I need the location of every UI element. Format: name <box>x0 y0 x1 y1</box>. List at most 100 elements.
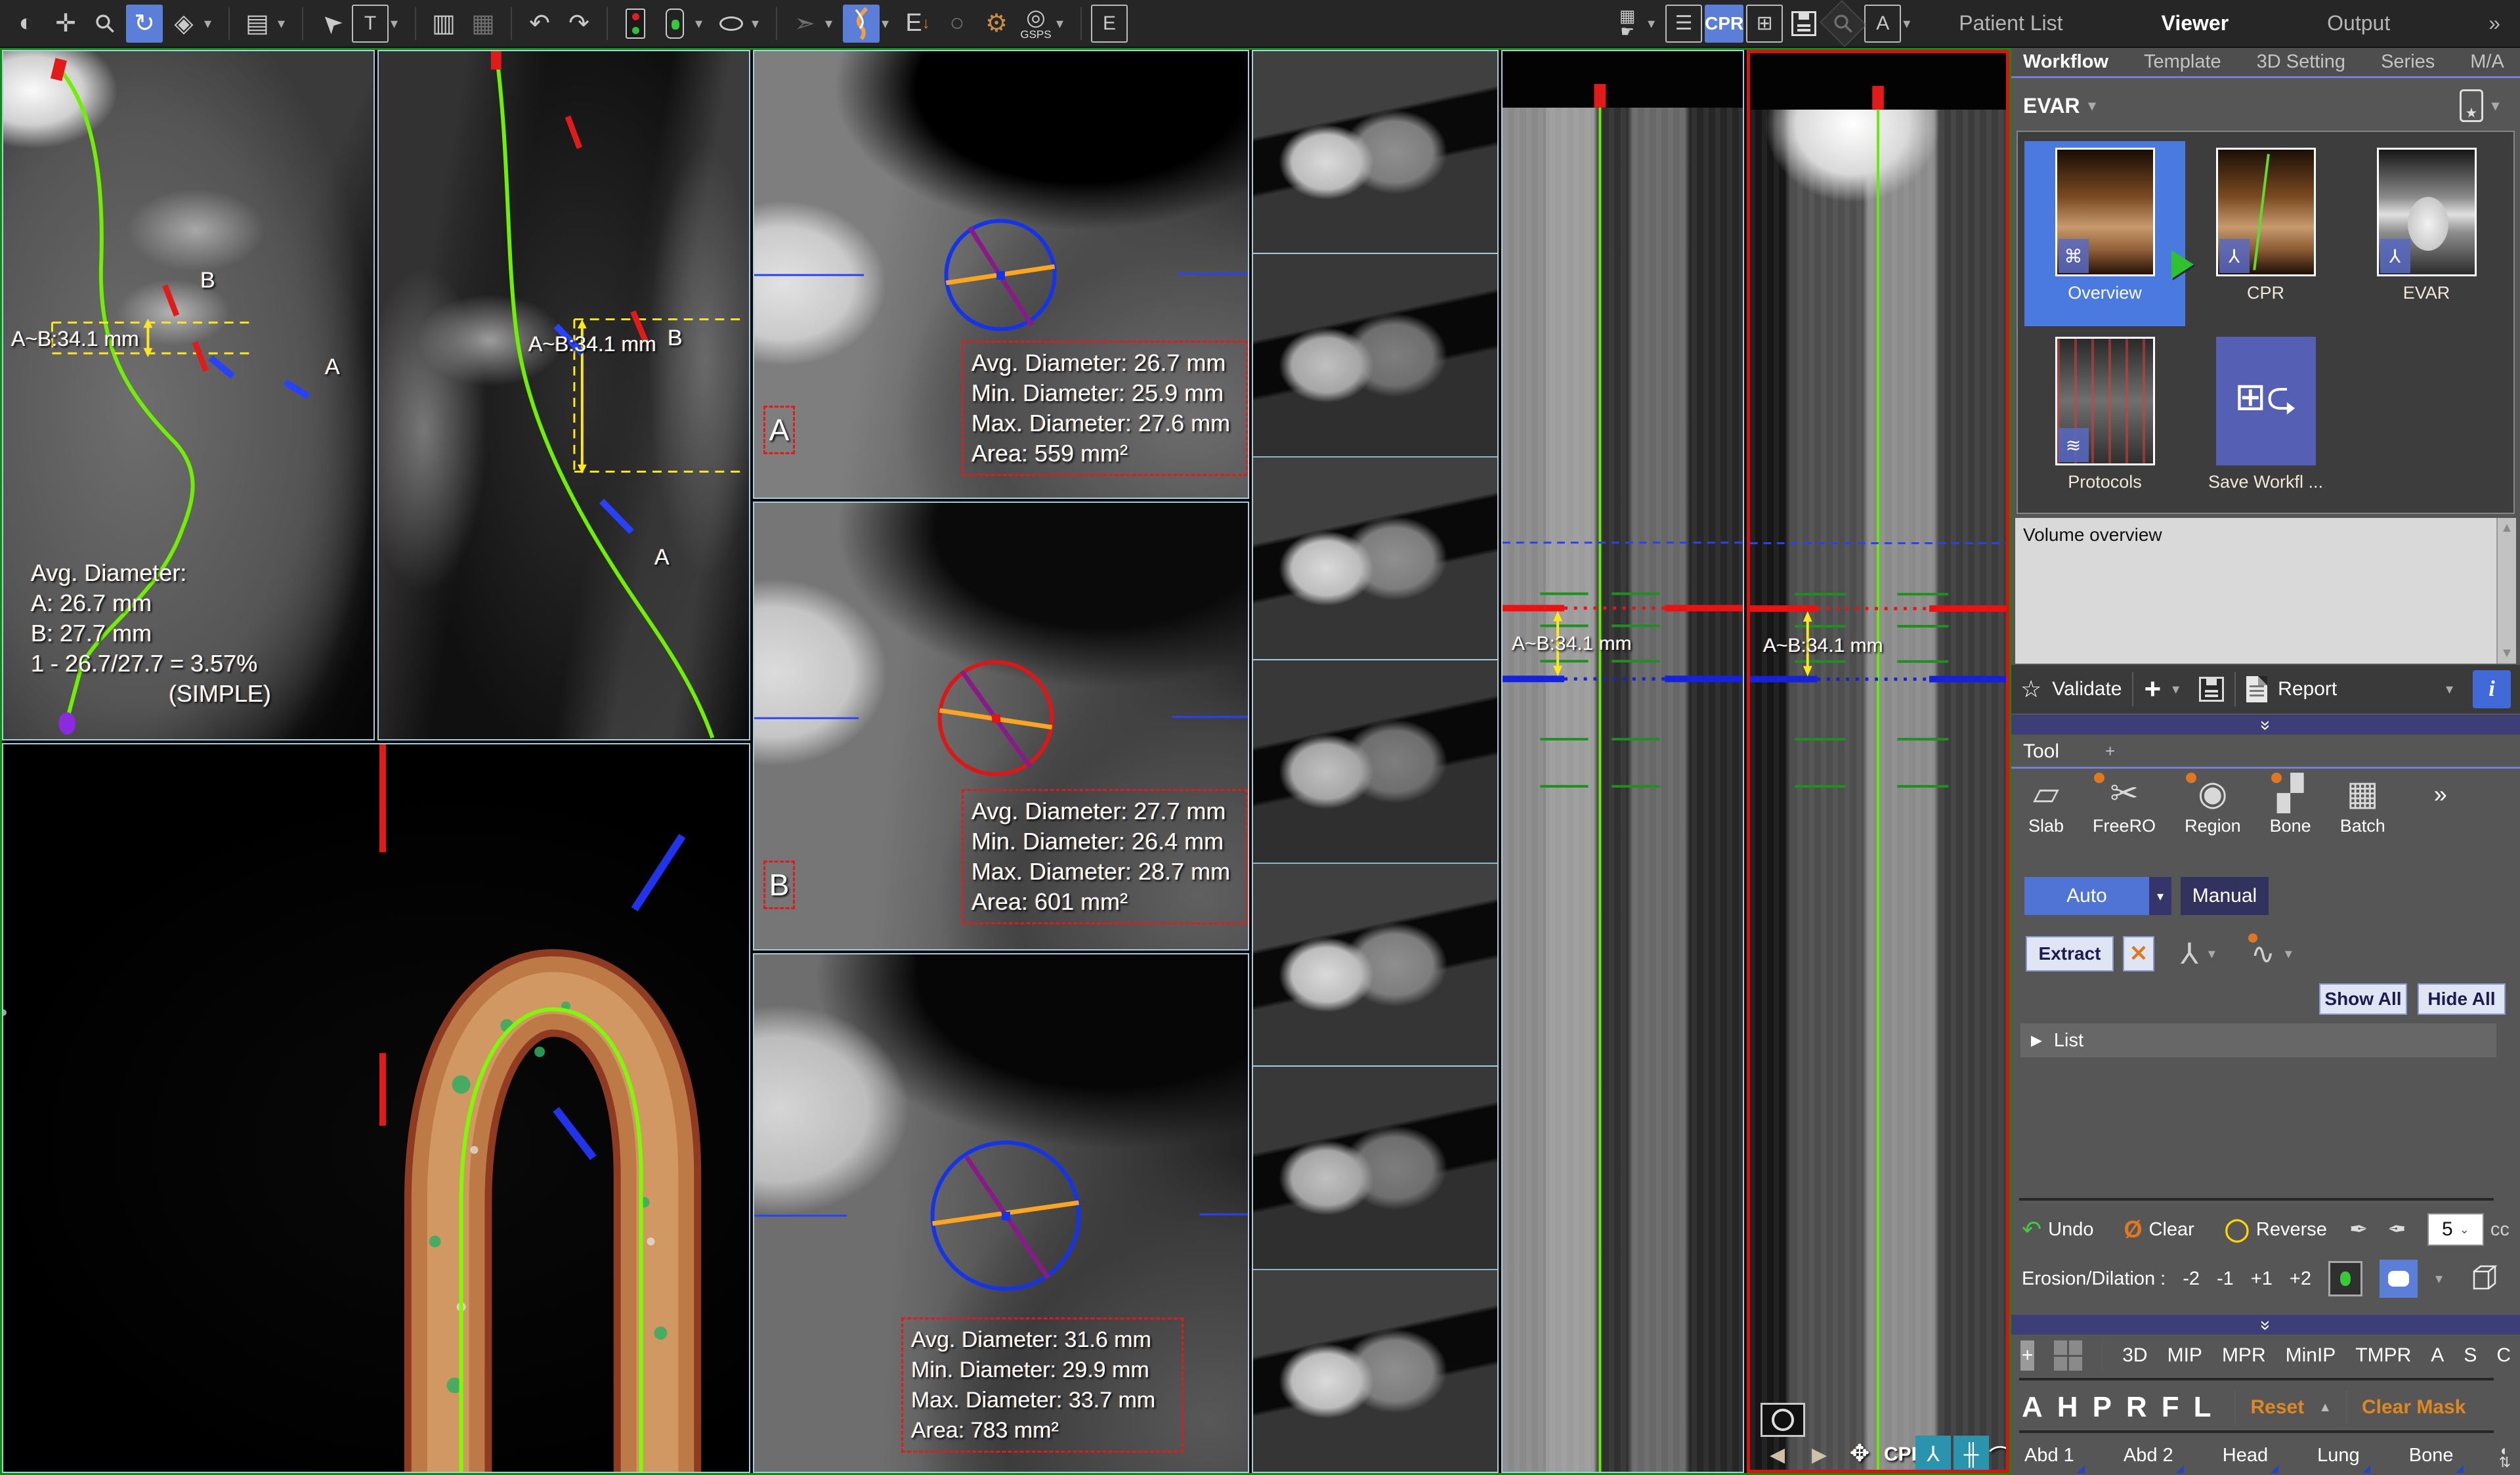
thumbnail-protocols[interactable]: ≋ Protocols <box>2024 330 2185 515</box>
mode-c-button[interactable]: C <box>2496 1344 2511 1367</box>
color-preset-icon[interactable] <box>617 5 654 43</box>
strip-slice-3[interactable] <box>1253 458 1497 660</box>
reset-button[interactable]: Reset <box>2250 1396 2304 1419</box>
axial-thumbnail-strip[interactable] <box>1252 50 1499 1473</box>
tool-region[interactable]: ◉ Region <box>2185 771 2241 836</box>
extract-button[interactable]: Extract <box>2026 936 2114 972</box>
mask-fill-icon[interactable] <box>2380 1260 2418 1298</box>
bookmark-star-icon[interactable]: ★ <box>2460 89 2483 122</box>
capsule-preset-icon[interactable] <box>656 5 693 43</box>
add-icon[interactable]: + <box>2144 673 2161 706</box>
probe-icon[interactable]: ➣ <box>786 5 823 43</box>
volume-note-box[interactable]: Volume overview ▲ ▼ <box>2015 518 2516 664</box>
mode-tmpr-button[interactable]: TMPR <box>2355 1344 2411 1367</box>
orient-l-button[interactable]: L <box>2194 1391 2211 1424</box>
mode-3d-button[interactable]: 3D <box>2122 1344 2147 1367</box>
snapshot-camera-icon[interactable] <box>1761 1403 1805 1437</box>
gsps-icon[interactable]: ◎GSPS <box>1017 5 1054 43</box>
roi-caret-icon[interactable]: ▾ <box>752 15 767 32</box>
smoothing-size-select[interactable]: 5⌄ <box>2427 1213 2484 1246</box>
thumbnail-cpr[interactable]: ⅄ CPR <box>2185 141 2346 326</box>
tab-template[interactable]: Template <box>2144 51 2221 73</box>
workflow-select[interactable]: EVAR <box>2023 94 2080 118</box>
quad-view-icon[interactable] <box>2054 1340 2082 1371</box>
vessel-tree-icon[interactable]: ⅄ <box>2181 937 2198 971</box>
measure-ruler-icon[interactable]: ▤ <box>239 5 276 43</box>
thumbnail-evar[interactable]: ⅄ EVAR <box>2346 141 2507 326</box>
thumbnail-overview[interactable]: ⌘ Overview <box>2024 141 2185 326</box>
save-icon[interactable] <box>1785 5 1822 43</box>
move-axes-icon[interactable]: ✥ <box>1850 1440 1869 1467</box>
tool-bone[interactable]: ▞ Bone <box>2270 771 2311 836</box>
report-button[interactable]: Report <box>2278 678 2337 700</box>
mode-s-button[interactable]: S <box>2464 1344 2477 1367</box>
redo-icon[interactable]: ↷ <box>561 5 597 43</box>
clear-mask-button[interactable]: Clear Mask <box>2362 1396 2466 1419</box>
layout-rows-icon[interactable]: ▥ <box>425 5 462 43</box>
tab-workflow[interactable]: Workflow <box>2023 51 2108 73</box>
preset-abd2-button[interactable]: Abd 2 <box>2120 1441 2185 1473</box>
bookmark-caret-icon[interactable]: ▾ <box>2492 97 2508 114</box>
tab-viewer[interactable]: Viewer <box>2162 11 2229 35</box>
orient-a-button[interactable]: A <box>2022 1391 2043 1424</box>
scroll-up-icon[interactable]: ▲ <box>2500 521 2513 536</box>
hide-all-button[interactable]: Hide All <box>2418 983 2506 1015</box>
report-caret-icon[interactable]: ▾ <box>2446 681 2462 698</box>
thumbnail-save-workflow[interactable]: ⊞⮎ Save Workfl ... <box>2185 330 2346 515</box>
strip-slice-5[interactable] <box>1253 864 1497 1067</box>
orient-r-button[interactable]: R <box>2126 1391 2147 1424</box>
mask-undo-button[interactable]: Undo <box>2048 1219 2093 1241</box>
vessel-align-toggle-icon[interactable]: ╫ <box>1954 1436 1989 1472</box>
dilate-1-button[interactable]: +1 <box>2251 1268 2273 1290</box>
collapse-bar-top[interactable]: » <box>2011 715 2520 735</box>
oval-roi-icon[interactable] <box>713 5 750 43</box>
volume-rotate-icon[interactable]: ◈ <box>165 5 202 43</box>
axial-panel-c[interactable]: Avg. Diameter: 31.6 mm Min. Diameter: 29… <box>753 953 1249 1473</box>
pen-tool-icon[interactable]: ✒ <box>2349 1216 2368 1243</box>
tabs-overflow-chevron[interactable]: » <box>2488 11 2500 35</box>
layout-caret-icon[interactable]: ▾ <box>1648 15 1663 32</box>
text-caret-icon[interactable]: ▾ <box>391 15 406 32</box>
search-document-icon[interactable]: ⚲ <box>1825 5 1862 43</box>
gsps-caret-icon[interactable]: ▾ <box>1056 15 1072 32</box>
ring-tool-icon[interactable]: ○ <box>939 5 975 43</box>
collapse-bar-bottom[interactable]: » <box>2011 1315 2520 1335</box>
series-list-icon[interactable]: ☰ <box>1665 5 1702 43</box>
auto-caret-icon[interactable]: ▾ <box>2149 877 2171 915</box>
add-viewport-icon[interactable]: ⊞ <box>1746 5 1783 43</box>
preset-bone-button[interactable]: Bone <box>2405 1441 2466 1473</box>
erode-2-button[interactable]: -2 <box>2183 1268 2200 1290</box>
e-document-icon[interactable]: E <box>1091 5 1128 43</box>
preset-caret-icon[interactable]: ▾ <box>695 15 711 32</box>
sagittal-panel-2[interactable]: B A A~B:34.1 mm <box>377 50 750 740</box>
mask-reverse-button[interactable]: Reverse <box>2256 1219 2327 1241</box>
layout-hand-icon[interactable]: ▦☛ <box>1609 5 1646 43</box>
tab-ma[interactable]: M/A <box>2470 51 2504 73</box>
single-view-icon[interactable]: + <box>2020 1340 2034 1371</box>
text-annotation-icon[interactable]: T <box>352 5 389 43</box>
cpr-panel-1[interactable]: A~B:34.1 mm <box>1501 50 1744 1473</box>
vessel-tree-toggle-icon[interactable]: ⅄ <box>1915 1436 1951 1472</box>
rotate-arc-icon[interactable]: ⌒ <box>1989 1440 2009 1472</box>
tab-series[interactable]: Series <box>2381 51 2435 73</box>
mode-mpr-button[interactable]: MPR <box>2222 1344 2266 1367</box>
tab-3d-setting[interactable]: 3D Setting <box>2257 51 2345 73</box>
volume-3d-panel[interactable] <box>2 743 750 1473</box>
contrast-icon[interactable]: ◐ <box>8 5 45 43</box>
invert-window-icon[interactable]: ◐⇅ <box>2499 1445 2511 1468</box>
info-button[interactable]: i <box>2473 670 2511 708</box>
cpr-panel-2-selected[interactable]: A~B:34.1 mm ◀ ▶ ✥ CPR ⅄ ╫ ⌒ <box>1747 50 2009 1473</box>
brush-tool-icon[interactable]: ✒ <box>2387 1216 2406 1243</box>
manual-button[interactable]: Manual <box>2181 877 2269 915</box>
strip-slice-6[interactable] <box>1253 1067 1497 1270</box>
tab-output[interactable]: Output <box>2327 11 2390 35</box>
orient-h-button[interactable]: H <box>2057 1391 2078 1424</box>
measurement-tools-icon[interactable]: ⚙ <box>978 5 1015 43</box>
dilate-2-button[interactable]: +2 <box>2290 1268 2311 1290</box>
clip-box-icon[interactable] <box>2469 1264 2499 1294</box>
tool-more-chevron[interactable]: » <box>2434 780 2447 808</box>
mode-a-button[interactable]: A <box>2431 1344 2444 1367</box>
erode-1-button[interactable]: -1 <box>2217 1268 2234 1290</box>
note-scrollbar[interactable]: ▲ ▼ <box>2496 518 2516 664</box>
centerline-icon[interactable]: ∿ <box>2251 937 2275 971</box>
